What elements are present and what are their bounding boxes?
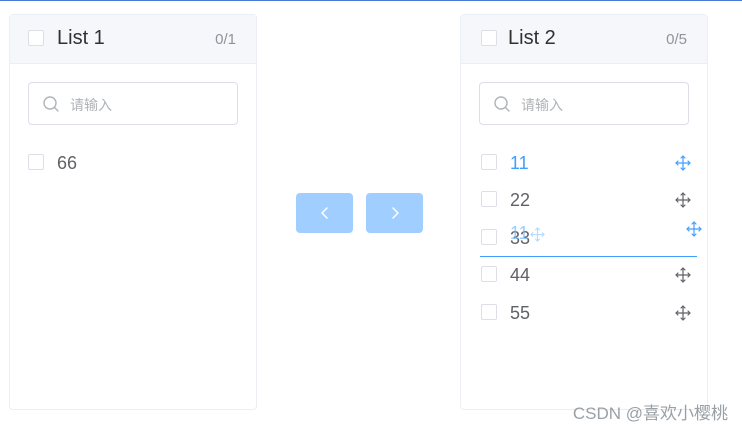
- item-label: 11: [510, 153, 529, 173]
- search-input[interactable]: 请输入: [28, 82, 238, 125]
- item-label: 55: [510, 303, 531, 323]
- search-icon: [494, 96, 510, 112]
- drag-ghost-move-icon: [530, 227, 545, 242]
- drag-handle-icon[interactable]: [675, 305, 691, 321]
- select-all-checkbox[interactable]: [28, 30, 44, 46]
- item-checkbox[interactable]: [481, 304, 497, 320]
- item-checkbox[interactable]: [481, 229, 497, 245]
- item-checkbox[interactable]: [481, 266, 497, 282]
- item-checkbox[interactable]: [481, 154, 497, 170]
- list-item[interactable]: 11: [481, 151, 699, 175]
- search-placeholder: 请输入: [70, 97, 112, 113]
- list-item[interactable]: 66: [28, 151, 246, 175]
- drop-indicator-line: [480, 256, 697, 257]
- drag-handle-icon[interactable]: [675, 155, 691, 171]
- item-label: 22: [510, 190, 531, 210]
- list-item[interactable]: 55: [481, 301, 699, 325]
- chevron-left-icon: [321, 207, 328, 219]
- item-checkbox[interactable]: [481, 191, 497, 207]
- list-item[interactable]: 44: [481, 263, 699, 287]
- item-label: 44: [510, 265, 531, 285]
- item-label: 66: [57, 153, 78, 173]
- move-to-left-button[interactable]: [296, 193, 353, 233]
- panel-count: 0/5: [666, 31, 687, 48]
- panel-header: List 2 0/5: [461, 15, 707, 64]
- chevron-right-icon: [392, 207, 399, 219]
- select-all-checkbox[interactable]: [481, 30, 497, 46]
- search-icon: [43, 96, 59, 112]
- move-to-right-button[interactable]: [366, 193, 423, 233]
- transfer-panel-right: List 2 0/5 请输入 11 22 33 44 55: [460, 14, 708, 410]
- panel-title: List 2: [508, 27, 556, 49]
- item-checkbox[interactable]: [28, 154, 44, 170]
- search-input[interactable]: 请输入: [479, 82, 689, 125]
- drag-ghost-label: 11: [510, 223, 529, 243]
- panel-title: List 1: [57, 27, 105, 49]
- transfer-panel-left: List 1 0/1 请输入 66: [9, 14, 257, 410]
- watermark: CSDN @喜欢小樱桃: [572, 404, 728, 423]
- drag-handle-icon[interactable]: [675, 267, 691, 283]
- search-placeholder: 请输入: [521, 97, 563, 113]
- drop-target-move-icon: [686, 221, 702, 237]
- drag-handle-icon[interactable]: [675, 192, 691, 208]
- panel-header: List 1 0/1: [10, 15, 256, 64]
- list-item[interactable]: 22: [481, 188, 699, 212]
- panel-count: 0/1: [215, 31, 236, 48]
- top-border: [0, 0, 742, 1]
